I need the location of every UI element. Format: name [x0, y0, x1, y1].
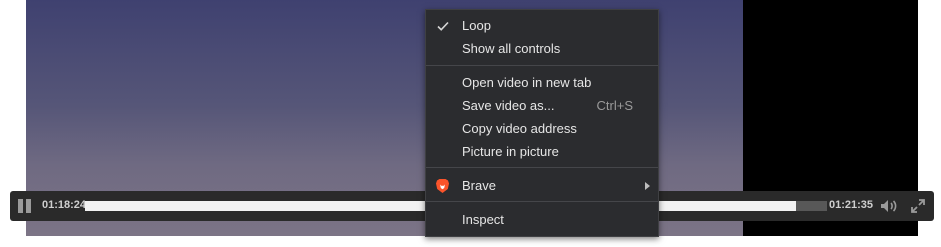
menu-separator: [426, 167, 658, 168]
total-time: 01:21:35: [829, 199, 874, 211]
menu-item-inspect[interactable]: Inspect: [426, 209, 658, 231]
menu-item-picture-in-picture[interactable]: Picture in picture: [426, 141, 658, 163]
menu-item-open-video-new-tab[interactable]: Open video in new tab: [426, 72, 658, 94]
menu-item-label: Brave: [462, 178, 496, 193]
menu-separator: [426, 201, 658, 202]
menu-item-save-video-as[interactable]: Save video as... Ctrl+S: [426, 95, 658, 117]
current-time: 01:18:24: [42, 199, 87, 211]
menu-item-label: Save video as...: [462, 98, 555, 113]
volume-icon[interactable]: [880, 199, 898, 213]
menu-item-label: Show all controls: [462, 41, 561, 56]
brave-lion-icon: [436, 179, 449, 193]
menu-item-brave[interactable]: Brave: [426, 175, 658, 197]
menu-item-show-all-controls[interactable]: Show all controls: [426, 38, 658, 60]
fullscreen-icon[interactable]: [911, 199, 925, 213]
menu-separator: [426, 65, 658, 66]
menu-item-loop[interactable]: Loop: [426, 15, 658, 37]
menu-item-label: Copy video address: [462, 121, 577, 136]
menu-item-label: Open video in new tab: [462, 75, 592, 90]
pause-icon[interactable]: [18, 199, 32, 213]
context-menu: Loop Show all controls Open video in new…: [425, 9, 659, 237]
menu-item-shortcut: Ctrl+S: [596, 98, 633, 113]
menu-item-copy-video-address[interactable]: Copy video address: [426, 118, 658, 140]
check-icon: [437, 21, 449, 31]
submenu-arrow-icon: [645, 182, 650, 190]
menu-item-label: Picture in picture: [462, 144, 559, 159]
menu-item-label: Loop: [462, 18, 491, 33]
menu-item-label: Inspect: [462, 212, 504, 227]
